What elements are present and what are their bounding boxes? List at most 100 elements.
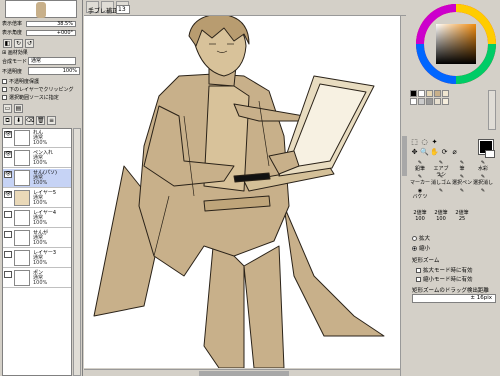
- select-rect-icon[interactable]: ⬚: [410, 138, 419, 147]
- eye-icon[interactable]: 👁: [4, 191, 12, 198]
- zoom-out-radio[interactable]: 縮小: [412, 244, 430, 252]
- top-toolbar: [84, 0, 406, 16]
- layer-thumbnail: [14, 270, 30, 286]
- preserve-opacity-check[interactable]: 不透明度保護: [2, 78, 39, 85]
- layer-item[interactable]: 👁 レイヤー5 通常 100%: [3, 189, 71, 208]
- custom-brush-1[interactable]: 2値筆 100: [410, 210, 430, 223]
- blend-label: 合成モード: [2, 59, 28, 65]
- eye-icon[interactable]: [4, 211, 12, 218]
- layer-list: 👁 れん 通常 100% 👁 ペン入れ 通常 100% 👁 せん(パソ) 通常 …: [2, 128, 72, 376]
- move-icon[interactable]: ✥: [410, 148, 419, 157]
- tool-marker[interactable]: ✎ マーカー: [410, 174, 430, 187]
- tool-airbrush[interactable]: ✎ エアブラシ: [431, 160, 451, 178]
- hand-icon[interactable]: ✋: [430, 148, 439, 157]
- drawing-canvas[interactable]: [84, 16, 406, 368]
- new-folder-icon[interactable]: ▤: [14, 104, 23, 113]
- tool-select-pen[interactable]: ✎ 選択ペン: [452, 174, 472, 187]
- layer-opacity: 100%: [33, 240, 48, 246]
- layer-item[interactable]: ポン 通常 100%: [3, 269, 71, 288]
- layer-thumbnail: [14, 130, 30, 146]
- custom-brush-2[interactable]: 2値筆 100: [431, 210, 451, 223]
- stabilizer-label: 手ブレ補正: [88, 8, 119, 15]
- layer-item[interactable]: せんが 通常 100%: [3, 229, 71, 248]
- eye-icon[interactable]: [4, 271, 12, 278]
- layer-item[interactable]: 👁 れん 通常 100%: [3, 129, 71, 148]
- layer-item[interactable]: レイヤー4 通常 100%: [3, 209, 71, 228]
- layer-opacity: 100%: [33, 280, 48, 286]
- eye-icon[interactable]: [4, 251, 12, 258]
- canvas-horizontal-scrollbar[interactable]: [84, 369, 400, 376]
- eye-icon[interactable]: 👁: [4, 131, 12, 138]
- layer-opacity: 100%: [33, 160, 48, 166]
- layer-thumbnail: [14, 230, 30, 246]
- tool-watercolor[interactable]: ✎ 水彩: [473, 160, 493, 173]
- flip-icon[interactable]: ◧: [3, 39, 12, 48]
- layer-item[interactable]: 👁 ペン入れ 通常 100%: [3, 149, 71, 168]
- tool-brush[interactable]: ✎ 筆: [452, 160, 472, 173]
- layer-thumbnail: [14, 170, 30, 186]
- rect-zoom-in-check[interactable]: 拡大モード時に有効: [416, 266, 473, 274]
- canvas-vertical-scrollbar[interactable]: [400, 16, 407, 376]
- angle-row: 表示角度 +000°: [2, 29, 80, 37]
- layer-opacity: 100%: [33, 220, 48, 226]
- paper-effect-section[interactable]: ⊞ 画材効果: [2, 49, 28, 56]
- layer-opacity: 100%: [33, 200, 48, 206]
- tool-empty[interactable]: ✎: [473, 188, 493, 201]
- zoom-row: 表示倍率 38.5%: [2, 20, 80, 28]
- eye-icon[interactable]: [4, 231, 12, 238]
- layer-item-selected[interactable]: 👁 せん(パソ) 通常 100%: [3, 169, 71, 188]
- zoom-in-radio[interactable]: 拡大: [412, 234, 430, 242]
- zoom-slider[interactable]: 38.5%: [26, 21, 76, 27]
- trash-icon[interactable]: 🗑: [36, 116, 45, 125]
- angle-slider[interactable]: +000°: [26, 30, 76, 36]
- rect-zoom-title: 矩形ズーム: [412, 258, 440, 264]
- layer-thumbnail: [14, 250, 30, 266]
- layer-thumbnail: [14, 150, 30, 166]
- new-layer-icon[interactable]: ▭: [3, 104, 12, 113]
- rotate-icon[interactable]: ↻: [14, 39, 23, 48]
- layer-opacity: 100%: [33, 140, 48, 146]
- tool-empty[interactable]: ✎: [431, 188, 451, 201]
- background-color[interactable]: [485, 150, 495, 158]
- copy-layer-icon[interactable]: ⧉: [3, 116, 12, 125]
- lasso-icon[interactable]: ◌: [420, 138, 429, 147]
- zoom-label: 表示倍率: [2, 21, 23, 27]
- tool-bucket[interactable]: ◉ バケツ: [410, 188, 430, 201]
- tool-empty[interactable]: ✎: [452, 188, 472, 201]
- opacity-slider[interactable]: 100%: [28, 67, 80, 75]
- swatch-scrollbar[interactable]: [488, 90, 496, 130]
- layer-scrollbar[interactable]: [73, 128, 81, 376]
- tool-pencil[interactable]: ✎ 鉛筆: [410, 160, 430, 173]
- color-swatches[interactable]: [410, 90, 490, 120]
- layer-thumbnail: [14, 190, 30, 206]
- magic-wand-icon[interactable]: ✦: [430, 138, 439, 147]
- rect-zoom-out-check[interactable]: 縮小モード時に有効: [416, 275, 473, 283]
- tool-eraser[interactable]: ✎ 消しゴム: [431, 174, 451, 187]
- angle-label: 表示角度: [2, 30, 23, 36]
- zoom-icon[interactable]: 🔍: [420, 148, 429, 157]
- layer-item[interactable]: レイヤー3 通常 100%: [3, 249, 71, 268]
- eye-icon[interactable]: 👁: [4, 151, 12, 158]
- clear-layer-icon[interactable]: ⌫: [25, 116, 34, 125]
- eyedropper-icon[interactable]: ⌀: [450, 148, 459, 157]
- rotate-view-icon[interactable]: ⟳: [440, 148, 449, 157]
- merge-layer-icon[interactable]: ⬇: [14, 116, 23, 125]
- blend-mode-select[interactable]: 通常: [28, 57, 76, 65]
- navigator-thumbnail[interactable]: [5, 0, 77, 18]
- opacity-label: 不透明度: [2, 69, 23, 75]
- layer-menu-icon[interactable]: ≡: [47, 116, 56, 125]
- custom-brush-3[interactable]: 2値筆 25: [452, 210, 472, 223]
- eye-icon[interactable]: 👁: [4, 171, 12, 178]
- layer-opacity: 100%: [33, 260, 48, 266]
- illustration: [93, 16, 385, 368]
- clipping-check[interactable]: 下のレイヤーでクリッピング: [2, 86, 74, 93]
- drag-threshold-slider[interactable]: ± 16pix: [412, 294, 496, 303]
- layer-opacity: 100%: [33, 180, 48, 186]
- stabilizer-select[interactable]: 13: [116, 5, 130, 14]
- layer-thumbnail: [14, 210, 30, 226]
- reset-icon[interactable]: ↺: [25, 39, 34, 48]
- drag-threshold-label: 矩形ズームのドラッグ検出距離: [412, 288, 489, 294]
- selection-source-check[interactable]: 選択範囲ソースに指定: [2, 94, 59, 101]
- tool-select-erase[interactable]: ✎ 選択消し: [473, 174, 493, 187]
- color-wheel[interactable]: [414, 4, 498, 84]
